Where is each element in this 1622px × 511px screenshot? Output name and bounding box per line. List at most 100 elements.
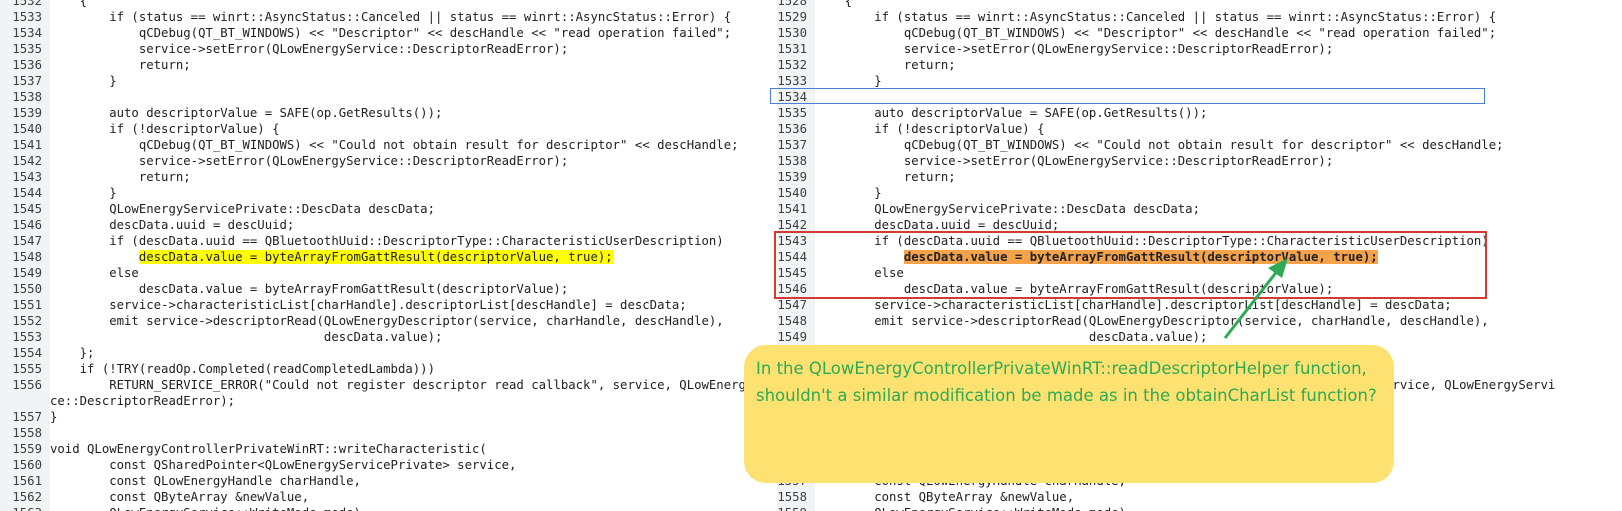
code-line[interactable]: 1532 { [0,0,765,9]
code-line[interactable]: 1538 [0,89,765,105]
line-number: 1561 [12,474,42,488]
code-line[interactable]: 1548 emit service->descriptorRead(QLowEn… [777,313,1622,329]
code-text: service->setError(QLowEnergyService::Des… [50,154,569,168]
line-number: 1530 [777,26,807,40]
line-number: 1539 [777,170,807,184]
line-number: 1543 [12,170,42,184]
code-line[interactable]: 1541 qCDebug(QT_BT_WINDOWS) << "Could no… [0,137,765,153]
line-number: 1550 [12,282,42,296]
code-line[interactable]: 1534 qCDebug(QT_BT_WINDOWS) << "Descript… [0,25,765,41]
code-line[interactable]: 1543 return; [0,169,765,185]
line-number: 1529 [777,10,807,24]
code-line[interactable]: 1546 descData.uuid = descUuid; [0,217,765,233]
line-number: 1553 [12,330,42,344]
code-line[interactable]: 1554 }; [0,345,765,361]
line-number: 1559 [777,505,815,511]
code-text: emit service->descriptorRead(QLowEnergyD… [50,314,724,328]
code-line[interactable]: 1551 service->characteristicList[charHan… [0,297,765,313]
line-number: 1540 [12,122,42,136]
line-number: 1547 [12,234,42,248]
code-line[interactable]: 1541 QLowEnergyServicePrivate::DescData … [777,201,1622,217]
line-number: 1538 [777,154,807,168]
code-line[interactable]: 1563 QLowEnergyService::WriteMode mode) [0,505,765,511]
code-line[interactable]: 1533 if (status == winrt::AsyncStatus::C… [0,9,765,25]
line-number: 1537 [777,138,807,152]
code-line[interactable]: 1552 emit service->descriptorRead(QLowEn… [0,313,765,329]
code-text: if (!descriptorValue) { [815,122,1045,136]
code-text: descData.value = byteArrayFromGattResult… [50,282,569,296]
code-line[interactable]: 1537 } [0,73,765,89]
code-text: if (descData.uuid == QBluetoothUuid::Des… [50,234,724,248]
code-line[interactable]: 1545 QLowEnergyServicePrivate::DescData … [0,201,765,217]
code-line[interactable]: 1549 else [0,265,765,281]
code-text: descData.value); [50,330,443,344]
code-line[interactable]: 1535 service->setError(QLowEnergyService… [0,41,765,57]
code-line[interactable]: 1539 auto descriptorValue = SAFE(op.GetR… [0,105,765,121]
line-number: 1536 [777,122,807,136]
code-line[interactable]: 1561 const QLowEnergyHandle charHandle, [0,473,765,489]
code-text: if (!TRY(readOp.Completed(readCompletedL… [50,362,435,376]
code-line[interactable]: 1548 descData.value = byteArrayFromGattR… [0,249,765,265]
code-line[interactable]: 1530 qCDebug(QT_BT_WINDOWS) << "Descript… [777,25,1622,41]
code-line[interactable]: 1531 service->setError(QLowEnergyService… [777,41,1622,57]
code-line[interactable]: 1550 descData.value = byteArrayFromGattR… [0,281,765,297]
code-line[interactable]: 1560 const QSharedPointer<QLowEnergyServ… [0,457,765,473]
line-number: 1563 [0,505,50,511]
line-number: 1562 [12,490,42,504]
code-line[interactable]: 1553 descData.value); [0,329,765,345]
line-number: 1546 [12,218,42,232]
code-text: return; [815,58,956,72]
line-number: 1540 [777,186,807,200]
code-line[interactable]: 1529 if (status == winrt::AsyncStatus::C… [777,9,1622,25]
code-line[interactable]: 1547 if (descData.uuid == QBluetoothUuid… [0,233,765,249]
code-text: descData.uuid = descUuid; [815,218,1060,232]
code-line[interactable]: 1558 [0,425,765,441]
code-line[interactable]: ce::DescriptorReadError); [0,393,765,409]
code-line[interactable]: 1540 } [777,185,1622,201]
code-line[interactable]: 1533 } [777,73,1622,89]
line-number: 1548 [777,314,807,328]
code-line[interactable]: 1562 const QByteArray &newValue, [0,489,765,505]
code-line[interactable]: 1559 void QLowEnergyControllerPrivateWinR… [0,441,765,457]
code-line[interactable]: 1556 RETURN_SERVICE_ERROR("Could not reg… [0,377,765,393]
code-text: RETURN_SERVICE_ERROR("Could not register… [50,378,765,392]
code-line[interactable]: 1538 service->setError(QLowEnergyService… [777,153,1622,169]
code-lines: 1532 {1533 if (status == winrt::AsyncSta… [0,0,765,511]
code-line[interactable]: 1558 const QByteArray &newValue, [777,489,1622,505]
code-text: } [50,74,117,88]
code-text: } [815,186,882,200]
code-line[interactable]: 1557} [0,409,765,425]
code-text: if (status == winrt::AsyncStatus::Cancel… [815,10,1497,24]
code-text: const QByteArray &newValue, [50,490,310,504]
line-number: 1528 [777,0,807,8]
line-number: 1535 [777,106,807,120]
code-line[interactable]: 1544 } [0,185,765,201]
code-line[interactable]: 1537 qCDebug(QT_BT_WINDOWS) << "Could no… [777,137,1622,153]
line-number: 1557 [12,410,42,424]
code-line[interactable]: 1547 service->characteristicList[charHan… [777,297,1622,313]
code-text: QLowEnergyService::WriteMode mode) [50,506,361,511]
code-line[interactable]: 1539 return; [777,169,1622,185]
code-line[interactable]: 1542 service->setError(QLowEnergyService… [0,153,765,169]
line-number: 1558 [12,426,42,440]
code-line[interactable]: 1528 { [777,0,1622,9]
code-text: const QByteArray &newValue, [815,490,1075,504]
line-number: 1554 [12,346,42,360]
code-line[interactable]: 1536 if (!descriptorValue) { [777,121,1622,137]
code-text: }; [50,346,95,360]
code-text: if (!descriptorValue) { [50,122,280,136]
line-number: 1548 [12,250,42,264]
code-line[interactable]: 1555 if (!TRY(readOp.Completed(readCompl… [0,361,765,377]
code-line[interactable]: 1536 return; [0,57,765,73]
left-code-pane[interactable]: 1532 {1533 if (status == winrt::AsyncSta… [0,0,765,511]
code-text: service->characteristicList[charHandle].… [50,298,687,312]
line-number: 1536 [12,58,42,72]
code-text: else [50,266,139,280]
code-line[interactable]: 1559 QLowEnergyService::WriteMode mode) [777,505,1622,511]
code-line[interactable]: 1540 if (!descriptorValue) { [0,121,765,137]
code-line[interactable]: 1532 return; [777,57,1622,73]
code-line[interactable]: 1549 descData.value); [777,329,1622,345]
code-text: return; [50,58,191,72]
line-number: 1533 [777,74,807,88]
code-line[interactable]: 1535 auto descriptorValue = SAFE(op.GetR… [777,105,1622,121]
